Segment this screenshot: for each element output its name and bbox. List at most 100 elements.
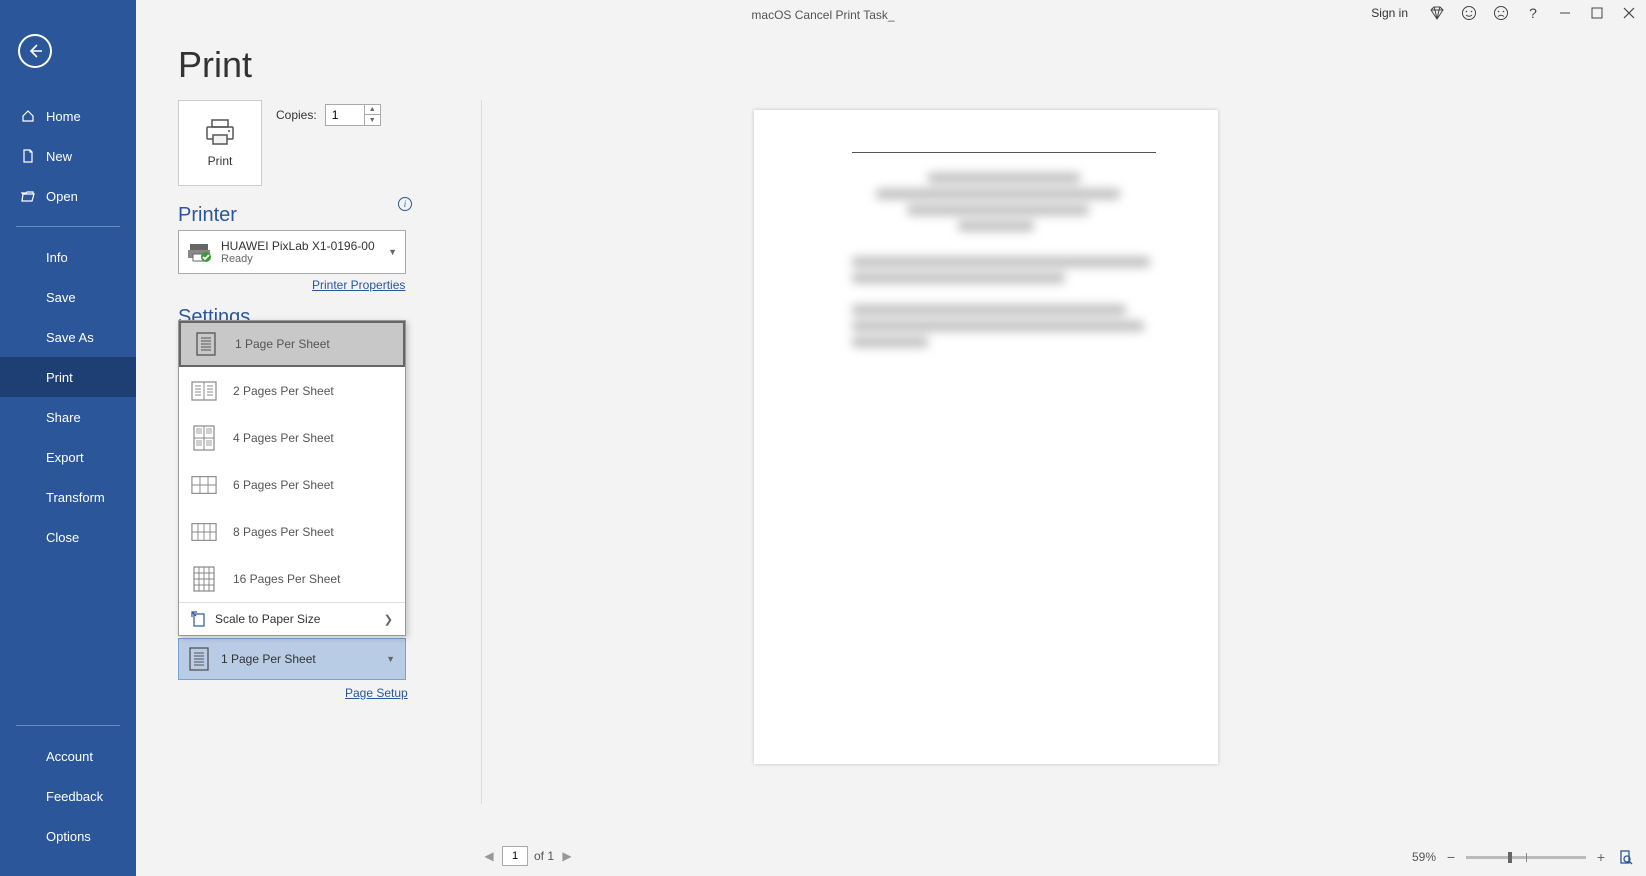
prev-page-button[interactable]: ◀ [482, 849, 496, 863]
scale-icon [191, 611, 205, 627]
chevron-right-icon: ❯ [384, 613, 393, 626]
copies-label: Copies: [276, 108, 317, 122]
chevron-down-icon: ▼ [388, 247, 397, 257]
sidebar-label: Save As [46, 330, 94, 345]
back-button[interactable] [18, 34, 52, 68]
print-button-label: Print [208, 154, 233, 168]
dd-option-label: 6 Pages Per Sheet [233, 478, 334, 492]
copies-spinner: ▲ ▼ [364, 105, 380, 125]
pages-per-sheet-dropdown: 1 Page Per Sheet 2 Pages Per Sheet 4 Pag… [178, 320, 406, 636]
page-total-label: of 1 [534, 849, 554, 863]
zoom-thumb[interactable] [1508, 852, 1512, 863]
sidebar-separator [16, 226, 120, 227]
chevron-down-icon: ▼ [386, 654, 395, 664]
printer-name: HUAWEI PixLab X1-0196-00 [221, 239, 388, 253]
sidebar-item-transform[interactable]: Transform [0, 477, 136, 517]
sidebar-item-home[interactable]: Home [0, 96, 136, 136]
spinner-up[interactable]: ▲ [364, 105, 380, 115]
pages-per-sheet-value: 1 Page Per Sheet [221, 652, 316, 666]
sidebar-separator [16, 725, 120, 726]
dd-scale-label: Scale to Paper Size [215, 612, 320, 626]
zoom-label: 59% [1412, 850, 1436, 864]
sidebar-label: Share [46, 410, 81, 425]
preview-page [754, 110, 1218, 764]
printer-device-icon [187, 242, 213, 262]
copies-input-wrapper: ▲ ▼ [325, 104, 381, 126]
dd-option-16-pages[interactable]: 16 Pages Per Sheet [179, 555, 405, 602]
printer-heading: Printer [178, 204, 237, 227]
sidebar-label: Close [46, 530, 79, 545]
dd-option-6-pages[interactable]: 6 Pages Per Sheet [179, 461, 405, 508]
spinner-down[interactable]: ▼ [364, 115, 380, 125]
copies-input[interactable] [326, 108, 364, 122]
current-page-input[interactable] [502, 846, 528, 866]
page-setup-link[interactable]: Page Setup [345, 686, 408, 700]
print-button[interactable]: Print [178, 100, 262, 186]
printer-text: HUAWEI PixLab X1-0196-00 Ready [221, 239, 388, 265]
next-page-button[interactable]: ▶ [560, 849, 574, 863]
zoom-controls: 59% − + [1412, 848, 1634, 866]
sidebar-item-save-as[interactable]: Save As [0, 317, 136, 357]
home-icon [20, 108, 36, 124]
zoom-out-button[interactable]: − [1444, 849, 1458, 865]
sidebar-item-new[interactable]: New [0, 136, 136, 176]
page-title: Print [178, 44, 252, 86]
dd-scale-to-paper[interactable]: Scale to Paper Size ❯ [179, 603, 405, 635]
sidebar-label: Save [46, 290, 76, 305]
printer-properties-link[interactable]: Printer Properties [312, 278, 405, 292]
sidebar-item-print[interactable]: Print [0, 357, 136, 397]
page-layout-icon [189, 647, 209, 671]
sidebar-item-account[interactable]: Account [0, 736, 136, 776]
sidebar-label: New [46, 149, 72, 164]
sidebar-label: Export [46, 450, 84, 465]
printer-status: Ready [221, 253, 388, 265]
page-16-icon [191, 566, 217, 592]
dd-option-label: 4 Pages Per Sheet [233, 431, 334, 445]
printer-icon [203, 118, 237, 146]
page-2-icon [191, 378, 217, 404]
page-8-icon [191, 519, 217, 545]
sidebar-label: Print [46, 370, 73, 385]
sidebar-label: Info [46, 250, 68, 265]
zoom-slider[interactable] [1466, 856, 1586, 859]
page-1-icon [193, 331, 219, 357]
sidebar-label: Account [46, 749, 93, 764]
preview-content [852, 152, 1156, 353]
info-icon[interactable]: i [398, 197, 412, 211]
sidebar-label: Home [46, 109, 81, 124]
sidebar-item-options[interactable]: Options [0, 816, 136, 856]
sidebar-label: Feedback [46, 789, 103, 804]
backstage-sidebar: Home New Open Info Save Save As Print Sh… [0, 0, 136, 876]
sidebar-label: Options [46, 829, 91, 844]
sidebar-item-export[interactable]: Export [0, 437, 136, 477]
sidebar-item-share[interactable]: Share [0, 397, 136, 437]
sidebar-item-close[interactable]: Close [0, 517, 136, 557]
page-6-icon [191, 472, 217, 498]
sidebar-item-open[interactable]: Open [0, 176, 136, 216]
page-navigator: ◀ of 1 ▶ [482, 846, 574, 866]
sidebar-label: Open [46, 189, 78, 204]
settings-heading: Settings [178, 306, 250, 320]
dd-option-label: 16 Pages Per Sheet [233, 572, 340, 586]
print-preview-pane [481, 100, 1626, 804]
page-4-icon [191, 425, 217, 451]
main-area: Print Print Copies: ▲ ▼ Printer i HUAWEI… [136, 0, 1646, 876]
zoom-in-button[interactable]: + [1594, 849, 1608, 865]
dd-option-label: 2 Pages Per Sheet [233, 384, 334, 398]
document-icon [20, 148, 36, 164]
dd-option-label: 1 Page Per Sheet [235, 337, 330, 351]
dd-option-2-pages[interactable]: 2 Pages Per Sheet [179, 367, 405, 414]
sidebar-label: Transform [46, 490, 105, 505]
copies-row: Copies: ▲ ▼ [276, 104, 381, 126]
sidebar-item-info[interactable]: Info [0, 237, 136, 277]
dd-option-4-pages[interactable]: 4 Pages Per Sheet [179, 414, 405, 461]
dd-option-1-page[interactable]: 1 Page Per Sheet [179, 321, 405, 367]
pages-per-sheet-selector[interactable]: 1 Page Per Sheet ▼ [178, 638, 406, 680]
dd-option-8-pages[interactable]: 8 Pages Per Sheet [179, 508, 405, 555]
sidebar-item-feedback[interactable]: Feedback [0, 776, 136, 816]
folder-open-icon [20, 188, 36, 204]
sidebar-item-save[interactable]: Save [0, 277, 136, 317]
zoom-to-page-button[interactable] [1616, 848, 1634, 866]
printer-selector[interactable]: HUAWEI PixLab X1-0196-00 Ready ▼ [178, 230, 406, 274]
dd-option-label: 8 Pages Per Sheet [233, 525, 334, 539]
